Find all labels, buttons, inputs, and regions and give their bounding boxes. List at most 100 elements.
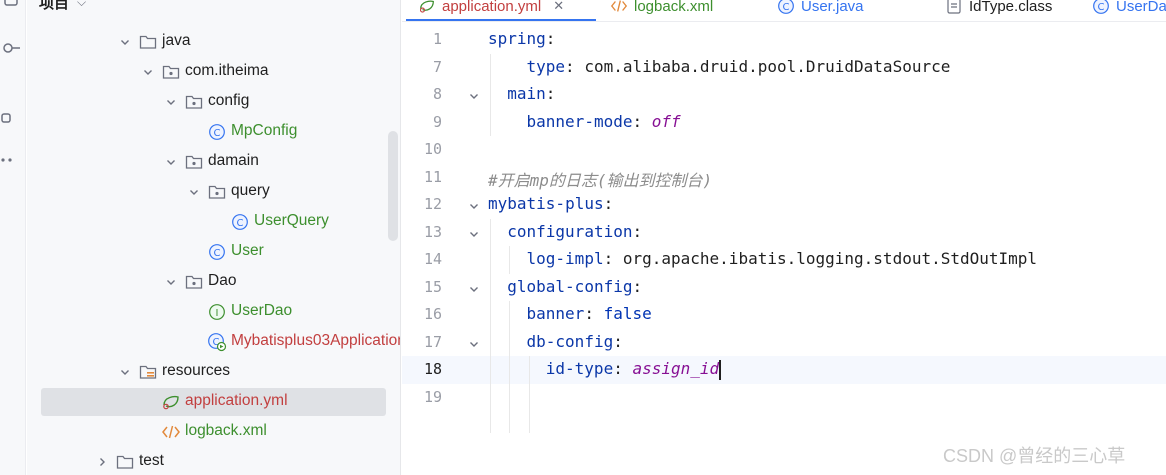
code-token: : bbox=[545, 84, 556, 103]
code-line[interactable]: 8 main: bbox=[402, 81, 1166, 109]
structure-tool-icon[interactable] bbox=[0, 108, 20, 128]
svg-text:C: C bbox=[1098, 2, 1105, 13]
code-line[interactable]: 18 id-type: assign_id bbox=[402, 356, 1166, 384]
code-token: type bbox=[526, 56, 566, 76]
interface-icon: C bbox=[1092, 0, 1110, 15]
code-token: off bbox=[651, 111, 681, 131]
tree-item[interactable]: damain bbox=[27, 147, 400, 177]
tree-item-label: query bbox=[231, 182, 270, 199]
commit-tool-icon[interactable] bbox=[0, 38, 20, 58]
class-icon: C bbox=[207, 242, 227, 262]
line-number: 13 bbox=[423, 222, 442, 241]
tree-item-label: application.yml bbox=[185, 392, 288, 409]
spring-boot-app-icon: C bbox=[207, 332, 227, 352]
tree-item-label: damain bbox=[208, 152, 259, 169]
project-panel-title: 项目 bbox=[39, 0, 70, 12]
code-token: false bbox=[603, 304, 652, 323]
indent-guide bbox=[509, 301, 511, 433]
chevron-right-icon[interactable] bbox=[95, 455, 109, 469]
fold-chevron-icon[interactable] bbox=[468, 225, 480, 237]
fold-chevron-icon[interactable] bbox=[468, 280, 480, 292]
code-line[interactable]: 14 log-impl: org.apache.ibatis.logging.st… bbox=[402, 246, 1166, 274]
tree-item-label: UserQuery bbox=[254, 212, 329, 229]
code-line[interactable]: 10 bbox=[402, 136, 1166, 164]
tree-item[interactable]: resources bbox=[27, 357, 400, 387]
line-number: 10 bbox=[423, 140, 442, 158]
code-token: : bbox=[613, 359, 633, 378]
line-number: 15 bbox=[423, 277, 442, 296]
chevron-down-icon[interactable] bbox=[164, 95, 178, 109]
chevron-down-icon[interactable] bbox=[164, 275, 178, 289]
tree-item[interactable]: logback.xml bbox=[27, 417, 400, 447]
editor-tab[interactable]: C UserDa bbox=[1092, 0, 1166, 21]
xml-icon bbox=[610, 0, 628, 15]
indent-guide bbox=[490, 53, 491, 136]
tree-item[interactable]: config bbox=[27, 87, 400, 117]
chevron-down-icon[interactable] bbox=[118, 365, 132, 379]
code-line[interactable]: 11 #开启mp的日志(输出到控制台) bbox=[402, 164, 1166, 192]
tree-item[interactable]: java bbox=[27, 27, 400, 57]
code-editor[interactable]: 1 spring: 7 type: com.alibaba.druid.pool.Dr… bbox=[402, 23, 1166, 475]
code-line[interactable]: 12 mybatis-plus: bbox=[402, 191, 1166, 219]
code-token: : bbox=[632, 221, 643, 241]
chevron-down-icon[interactable] bbox=[187, 185, 201, 199]
package-icon bbox=[207, 182, 227, 202]
chevron-down-icon[interactable] bbox=[118, 35, 132, 49]
project-panel-header[interactable]: 项目 ⌵ bbox=[39, 0, 86, 12]
tree-item[interactable]: C Mybatisplus03Application bbox=[27, 327, 401, 357]
scrollbar-thumb[interactable] bbox=[388, 131, 398, 241]
code-line[interactable]: 7 type: com.alibaba.druid.pool.DruidDataS… bbox=[402, 54, 1166, 82]
tree-item[interactable]: com.itheima bbox=[27, 57, 400, 87]
tree-item[interactable]: application.yml bbox=[27, 387, 400, 417]
fold-chevron-icon[interactable] bbox=[468, 335, 480, 347]
code-token: : bbox=[613, 331, 623, 351]
tree-item-label: Mybatisplus03Application bbox=[231, 332, 401, 349]
tree-item[interactable]: test bbox=[27, 447, 400, 475]
line-number: 7 bbox=[432, 57, 442, 76]
chevron-down-icon[interactable] bbox=[141, 65, 155, 79]
editor-tab[interactable]: C User.java bbox=[777, 0, 864, 21]
code-line[interactable]: 1 spring: bbox=[402, 26, 1166, 54]
code-token: db-config bbox=[526, 331, 614, 351]
more-tools-icon[interactable] bbox=[0, 150, 20, 170]
tree-item[interactable]: Dao bbox=[27, 267, 400, 297]
tree-item-label: UserDao bbox=[231, 302, 293, 319]
tree-item[interactable]: I UserDao bbox=[27, 297, 400, 327]
text-caret bbox=[719, 360, 722, 380]
tree-item-label: logback.xml bbox=[185, 422, 267, 439]
editor-tab[interactable]: IdType.class bbox=[945, 0, 1052, 21]
code-line[interactable]: 9 banner-mode: off bbox=[402, 109, 1166, 137]
fold-chevron-icon[interactable] bbox=[468, 197, 480, 209]
class-file-icon bbox=[945, 0, 963, 15]
line-number: 11 bbox=[423, 167, 442, 186]
tree-item-label: MpConfig bbox=[231, 122, 298, 139]
indent-guide bbox=[528, 356, 530, 433]
project-tool-icon[interactable] bbox=[2, 0, 22, 10]
chevron-down-icon[interactable]: ⌵ bbox=[77, 0, 86, 10]
folder-icon bbox=[138, 32, 158, 52]
code-line[interactable]: 19 bbox=[402, 384, 1166, 412]
tree-item-label: test bbox=[139, 452, 164, 469]
code-token: : bbox=[584, 304, 604, 323]
package-icon bbox=[184, 92, 204, 112]
tree-item[interactable]: query bbox=[27, 177, 400, 207]
code-line[interactable]: 15 global-config: bbox=[402, 274, 1166, 302]
package-icon bbox=[184, 152, 204, 172]
tree-item[interactable]: C User bbox=[27, 237, 400, 267]
line-number: 14 bbox=[423, 250, 442, 268]
tab-label: UserDa bbox=[1116, 0, 1166, 15]
fold-chevron-icon[interactable] bbox=[468, 87, 480, 99]
code-line[interactable]: 13 configuration: bbox=[402, 219, 1166, 247]
editor-tab[interactable]: logback.xml bbox=[610, 0, 713, 21]
chevron-down-icon[interactable] bbox=[164, 155, 178, 169]
code-token: global-config bbox=[507, 276, 633, 296]
editor-tab[interactable]: application.yml ✕ bbox=[418, 0, 564, 21]
tree-item[interactable]: C UserQuery bbox=[27, 207, 400, 237]
code-token: id-type bbox=[545, 359, 614, 378]
tree-item[interactable]: C MpConfig bbox=[27, 117, 400, 147]
class-icon: C bbox=[230, 212, 250, 232]
code-line[interactable]: 16 banner: false bbox=[402, 301, 1166, 329]
code-line[interactable]: 17 db-config: bbox=[402, 329, 1166, 357]
line-number: 1 bbox=[432, 30, 442, 48]
close-tab-icon[interactable]: ✕ bbox=[553, 0, 564, 14]
